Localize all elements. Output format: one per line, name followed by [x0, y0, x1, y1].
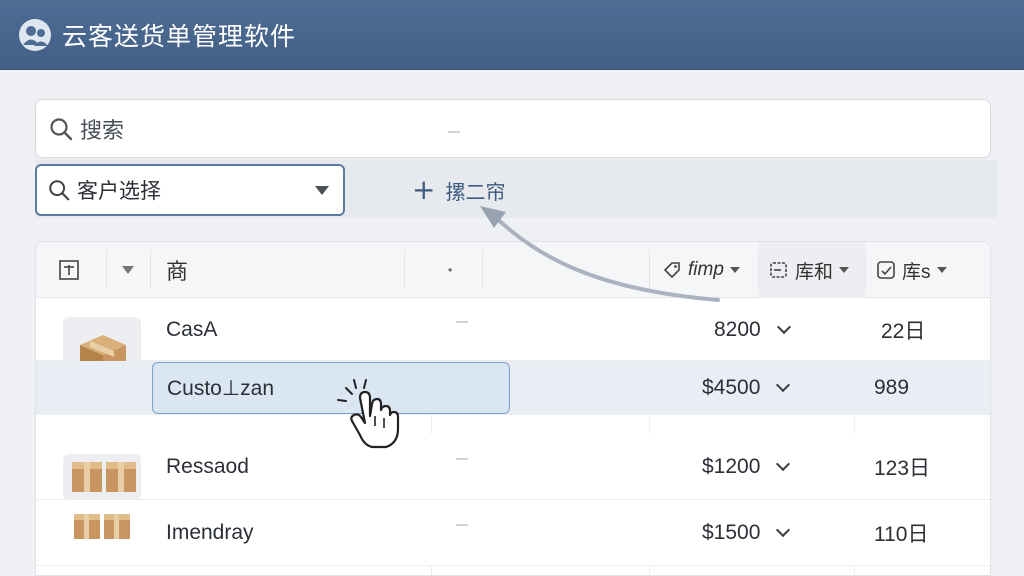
hand-cursor-icon — [337, 379, 400, 449]
product-price[interactable]: $1500 — [702, 500, 791, 566]
product-price[interactable]: 8200 — [714, 299, 791, 361]
table-row[interactable]: CasA 8200 22日 — [36, 299, 990, 399]
table-row[interactable]: Imendray $1500 110日 — [36, 500, 990, 566]
product-qty: 110日 — [874, 523, 929, 546]
boxes-icon — [74, 514, 130, 539]
divider — [456, 458, 468, 460]
search-placeholder: 搜索 — [80, 118, 125, 144]
product-name: Ressaod — [166, 455, 249, 478]
chevron-down-icon — [776, 456, 791, 472]
customer-select-label: 客户选择 — [77, 179, 161, 203]
product-name: CasA — [166, 318, 218, 341]
search-icon — [49, 180, 70, 201]
product-qty: 989 — [874, 376, 910, 399]
chevron-down-icon — [776, 522, 791, 538]
search-icon — [50, 117, 73, 140]
add-button[interactable]: + 摞二帘 — [412, 172, 505, 208]
boxes-icon — [72, 462, 136, 492]
users-icon — [19, 18, 51, 51]
column-header-price[interactable]: fimp — [662, 242, 740, 298]
product-name: Imendray — [166, 521, 254, 544]
product-price[interactable]: $4500 — [702, 361, 791, 415]
chevron-down-icon[interactable] — [122, 242, 134, 298]
search-input[interactable]: 搜索 — [35, 99, 991, 158]
column-header-name[interactable]: 商 — [166, 242, 188, 298]
product-name-edit-field[interactable]: Custo⊥zan — [152, 362, 510, 414]
app-title: 云客送货单管理软件 — [62, 21, 297, 51]
plus-icon: + — [412, 173, 436, 206]
tag-icon — [663, 262, 680, 279]
column-header-qty[interactable]: 库s — [876, 242, 947, 298]
chevron-down-icon — [776, 319, 791, 335]
chevron-down-icon — [776, 377, 791, 393]
table-header: 商 • fimp 库和 库s — [36, 242, 990, 298]
divider — [448, 131, 460, 133]
product-qty: 123日 — [874, 457, 931, 480]
product-qty: 22日 — [881, 320, 926, 343]
column-header-stock[interactable]: 库和 — [759, 242, 865, 298]
add-column-icon[interactable] — [58, 242, 80, 298]
divider — [456, 321, 468, 323]
divider — [456, 524, 468, 526]
customer-select[interactable]: 客户选择 — [35, 164, 345, 216]
table-row[interactable]: Ressaod $1200 123日 — [36, 434, 990, 500]
document-icon — [770, 262, 787, 278]
app-header: 云客送货单管理软件 — [0, 0, 1024, 70]
inspect-icon — [877, 261, 895, 279]
chevron-down-icon — [315, 186, 329, 195]
add-button-label: 摞二帘 — [445, 179, 506, 204]
product-price[interactable]: $1200 — [702, 434, 791, 500]
column-header-dot: • — [448, 263, 453, 277]
